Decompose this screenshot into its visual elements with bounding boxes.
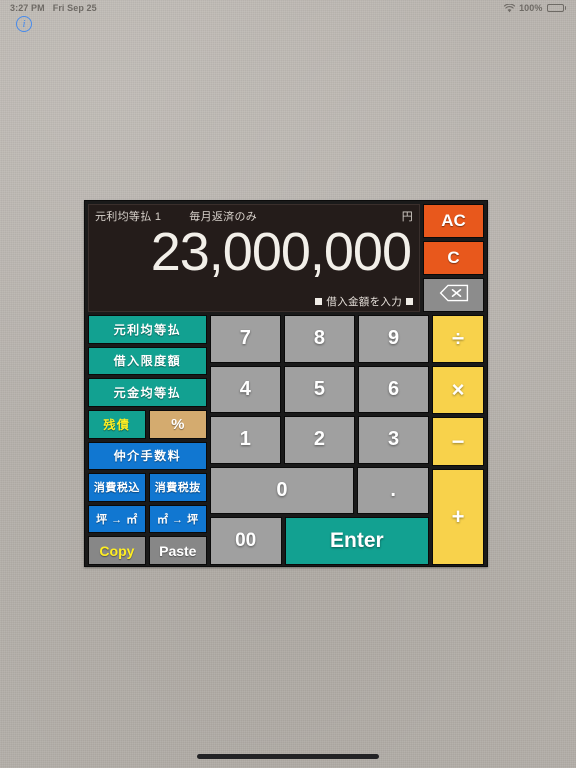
number-row-123: 1 2 3 <box>209 416 430 464</box>
calculator-display: 元利均等払 1 毎月返済のみ 円 23,000,000 借入金額を入力 <box>88 204 420 312</box>
function-button-percent[interactable]: % <box>148 409 207 439</box>
calculator-panel: 元利均等払 1 毎月返済のみ 円 23,000,000 借入金額を入力 AC C <box>84 200 488 567</box>
number-button-3[interactable]: 3 <box>357 416 430 464</box>
function-button-sqm-to-tsubo[interactable]: ㎡ → 坪 <box>148 504 207 534</box>
home-indicator[interactable] <box>197 754 379 759</box>
number-button-1[interactable]: 1 <box>209 416 281 464</box>
function-row-7: 坪 → ㎡ ㎡ → 坪 <box>88 504 207 534</box>
number-button-2[interactable]: 2 <box>283 416 355 464</box>
status-bar: 3:27 PM Fri Sep 25 100% <box>0 0 576 16</box>
hint-marker-left-icon <box>315 298 323 305</box>
hint-marker-right-icon <box>406 298 413 305</box>
paste-button[interactable]: Paste <box>148 536 207 565</box>
function-row-6: 消費税込 消費税抜 <box>88 473 207 502</box>
status-bar-left: 3:27 PM Fri Sep 25 <box>10 3 97 13</box>
calculator-keypad: 元利均等払 借入限度額 元金均等払 残債 % 仲介手数料 消費税込 消費税抜 坪… <box>85 315 487 568</box>
number-row-789: 7 8 9 <box>209 315 430 363</box>
number-button-7[interactable]: 7 <box>209 315 281 363</box>
number-key-column: 7 8 9 4 5 6 1 2 3 0 . 00 Enter <box>209 315 430 565</box>
backspace-icon <box>439 284 469 307</box>
backspace-button[interactable] <box>423 278 484 312</box>
multiply-button[interactable]: × <box>432 366 484 415</box>
info-icon[interactable]: i <box>16 16 32 32</box>
display-hint-row: 借入金額を入力 <box>315 294 413 309</box>
function-button-equal-principal-interest[interactable]: 元利均等払 <box>88 315 207 344</box>
decimal-point-button[interactable]: . <box>357 466 430 515</box>
clear-key-column: AC C <box>423 204 484 312</box>
divide-button[interactable]: ÷ <box>432 315 484 364</box>
enter-button[interactable]: Enter <box>284 517 430 565</box>
battery-percent-label: 100% <box>519 3 543 13</box>
number-button-8[interactable]: 8 <box>283 315 355 363</box>
status-bar-date: Fri Sep 25 <box>52 3 97 13</box>
function-row-8: Copy Paste <box>88 536 207 565</box>
number-button-00[interactable]: 00 <box>209 517 282 565</box>
copy-button[interactable]: Copy <box>88 536 146 565</box>
function-row-2: 借入限度額 <box>88 346 207 376</box>
function-row-1: 元利均等払 <box>88 315 207 344</box>
number-row-doublezero-enter: 00 Enter <box>209 517 430 565</box>
battery-icon <box>546 4 566 12</box>
function-row-5: 仲介手数料 <box>88 441 207 471</box>
number-row-zero-decimal: 0 . <box>209 466 430 515</box>
display-value: 23,000,000 <box>150 222 412 282</box>
number-button-0[interactable]: 0 <box>209 466 355 515</box>
minus-button[interactable]: − <box>432 417 484 466</box>
function-button-tax-excluded[interactable]: 消費税抜 <box>148 473 207 502</box>
function-button-borrowing-limit[interactable]: 借入限度額 <box>88 346 207 376</box>
function-row-4: 残債 % <box>88 409 207 439</box>
number-button-9[interactable]: 9 <box>357 315 430 363</box>
status-bar-right: 100% <box>504 3 566 13</box>
calculator-top-section: 元利均等払 1 毎月返済のみ 円 23,000,000 借入金額を入力 AC C <box>85 201 487 315</box>
function-button-tax-included[interactable]: 消費税込 <box>88 473 146 502</box>
number-button-5[interactable]: 5 <box>283 365 355 414</box>
function-button-remaining-debt[interactable]: 残債 <box>88 409 146 439</box>
number-button-6[interactable]: 6 <box>357 365 430 414</box>
status-bar-time: 3:27 PM <box>10 3 45 13</box>
plus-button[interactable]: + <box>432 468 484 566</box>
function-button-brokerage-fee[interactable]: 仲介手数料 <box>88 441 207 471</box>
function-row-3: 元金均等払 <box>88 378 207 407</box>
function-button-equal-principal[interactable]: 元金均等払 <box>88 378 207 407</box>
clear-button[interactable]: C <box>423 241 484 275</box>
number-row-456: 4 5 6 <box>209 365 430 414</box>
function-key-column: 元利均等払 借入限度額 元金均等払 残債 % 仲介手数料 消費税込 消費税抜 坪… <box>88 315 207 565</box>
operator-key-column: ÷ × − + <box>432 315 484 566</box>
function-button-tsubo-to-sqm[interactable]: 坪 → ㎡ <box>88 504 146 534</box>
wifi-icon <box>504 3 516 13</box>
display-hint-text: 借入金額を入力 <box>326 296 402 308</box>
number-button-4[interactable]: 4 <box>209 365 281 414</box>
all-clear-button[interactable]: AC <box>423 204 484 238</box>
